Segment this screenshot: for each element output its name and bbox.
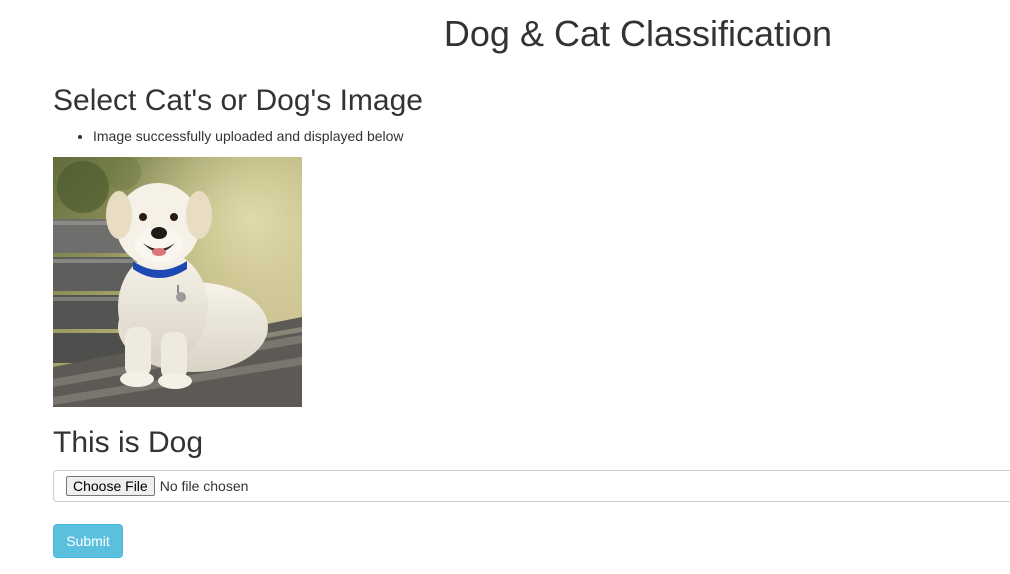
submit-button[interactable]: Submit <box>53 524 123 558</box>
choose-file-button[interactable]: Choose File <box>66 476 155 496</box>
file-upload-field[interactable]: Choose File No file chosen <box>53 470 1010 502</box>
flash-messages: Image successfully uploaded and displaye… <box>53 126 404 146</box>
flash-message: Image successfully uploaded and displaye… <box>93 126 404 146</box>
uploaded-image <box>53 157 302 407</box>
dog-photo <box>53 157 302 407</box>
file-status-text: No file chosen <box>159 478 249 494</box>
page-title: Dog & Cat Classification <box>443 13 833 54</box>
upload-heading: Select Cat's or Dog's Image <box>53 84 423 117</box>
prediction-result: This is Dog <box>53 426 204 459</box>
page: Dog & Cat Classification Select Cat's or… <box>0 0 1010 574</box>
